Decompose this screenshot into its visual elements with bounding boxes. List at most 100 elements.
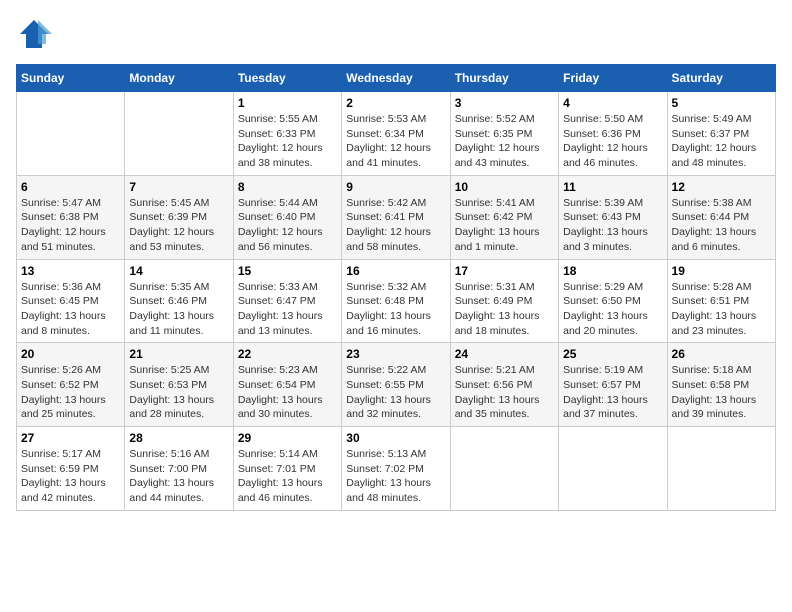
calendar-week-row: 1 Sunrise: 5:55 AM Sunset: 6:33 PM Daylig… bbox=[17, 92, 776, 176]
calendar-header-row: SundayMondayTuesdayWednesdayThursdayFrid… bbox=[17, 65, 776, 92]
day-info: Sunrise: 5:22 AM Sunset: 6:55 PM Dayligh… bbox=[346, 363, 445, 422]
day-info: Sunrise: 5:18 AM Sunset: 6:58 PM Dayligh… bbox=[672, 363, 771, 422]
day-info: Sunrise: 5:47 AM Sunset: 6:38 PM Dayligh… bbox=[21, 196, 120, 255]
calendar-cell: 8 Sunrise: 5:44 AM Sunset: 6:40 PM Daylig… bbox=[233, 175, 341, 259]
day-info: Sunrise: 5:23 AM Sunset: 6:54 PM Dayligh… bbox=[238, 363, 337, 422]
day-number: 4 bbox=[563, 96, 662, 110]
day-number: 19 bbox=[672, 264, 771, 278]
weekday-header: Tuesday bbox=[233, 65, 341, 92]
day-number: 23 bbox=[346, 347, 445, 361]
calendar-cell: 24 Sunrise: 5:21 AM Sunset: 6:56 PM Dayli… bbox=[450, 343, 558, 427]
day-number: 26 bbox=[672, 347, 771, 361]
day-number: 15 bbox=[238, 264, 337, 278]
calendar-cell: 23 Sunrise: 5:22 AM Sunset: 6:55 PM Dayli… bbox=[342, 343, 450, 427]
calendar-cell: 19 Sunrise: 5:28 AM Sunset: 6:51 PM Dayli… bbox=[667, 259, 775, 343]
calendar-week-row: 13 Sunrise: 5:36 AM Sunset: 6:45 PM Dayli… bbox=[17, 259, 776, 343]
calendar-cell: 7 Sunrise: 5:45 AM Sunset: 6:39 PM Daylig… bbox=[125, 175, 233, 259]
weekday-header: Monday bbox=[125, 65, 233, 92]
calendar-cell: 29 Sunrise: 5:14 AM Sunset: 7:01 PM Dayli… bbox=[233, 427, 341, 511]
day-info: Sunrise: 5:33 AM Sunset: 6:47 PM Dayligh… bbox=[238, 280, 337, 339]
day-number: 10 bbox=[455, 180, 554, 194]
day-number: 11 bbox=[563, 180, 662, 194]
day-number: 7 bbox=[129, 180, 228, 194]
calendar-cell: 6 Sunrise: 5:47 AM Sunset: 6:38 PM Daylig… bbox=[17, 175, 125, 259]
day-info: Sunrise: 5:16 AM Sunset: 7:00 PM Dayligh… bbox=[129, 447, 228, 506]
day-info: Sunrise: 5:28 AM Sunset: 6:51 PM Dayligh… bbox=[672, 280, 771, 339]
day-info: Sunrise: 5:50 AM Sunset: 6:36 PM Dayligh… bbox=[563, 112, 662, 171]
calendar-cell: 5 Sunrise: 5:49 AM Sunset: 6:37 PM Daylig… bbox=[667, 92, 775, 176]
logo bbox=[16, 16, 56, 52]
day-number: 18 bbox=[563, 264, 662, 278]
calendar-cell: 25 Sunrise: 5:19 AM Sunset: 6:57 PM Dayli… bbox=[559, 343, 667, 427]
day-number: 29 bbox=[238, 431, 337, 445]
calendar-cell: 14Sunrise: 5:35 AM Sunset: 6:46 PM Dayli… bbox=[125, 259, 233, 343]
calendar-cell: 15 Sunrise: 5:33 AM Sunset: 6:47 PM Dayli… bbox=[233, 259, 341, 343]
day-info: Sunrise: 5:45 AM Sunset: 6:39 PM Dayligh… bbox=[129, 196, 228, 255]
day-number: 3 bbox=[455, 96, 554, 110]
calendar-cell bbox=[125, 92, 233, 176]
day-number: 8 bbox=[238, 180, 337, 194]
day-info: Sunrise: 5:53 AM Sunset: 6:34 PM Dayligh… bbox=[346, 112, 445, 171]
day-info: Sunrise: 5:38 AM Sunset: 6:44 PM Dayligh… bbox=[672, 196, 771, 255]
calendar-cell: 1 Sunrise: 5:55 AM Sunset: 6:33 PM Daylig… bbox=[233, 92, 341, 176]
day-number: 1 bbox=[238, 96, 337, 110]
day-number: 12 bbox=[672, 180, 771, 194]
day-number: 5 bbox=[672, 96, 771, 110]
day-number: 14 bbox=[129, 264, 228, 278]
calendar-week-row: 6 Sunrise: 5:47 AM Sunset: 6:38 PM Daylig… bbox=[17, 175, 776, 259]
day-info: Sunrise: 5:17 AM Sunset: 6:59 PM Dayligh… bbox=[21, 447, 120, 506]
weekday-header: Saturday bbox=[667, 65, 775, 92]
day-info: Sunrise: 5:55 AM Sunset: 6:33 PM Dayligh… bbox=[238, 112, 337, 171]
calendar-cell: 17 Sunrise: 5:31 AM Sunset: 6:49 PM Dayli… bbox=[450, 259, 558, 343]
day-info: Sunrise: 5:21 AM Sunset: 6:56 PM Dayligh… bbox=[455, 363, 554, 422]
calendar-cell: 20Sunrise: 5:26 AM Sunset: 6:52 PM Dayli… bbox=[17, 343, 125, 427]
day-info: Sunrise: 5:29 AM Sunset: 6:50 PM Dayligh… bbox=[563, 280, 662, 339]
calendar-cell bbox=[559, 427, 667, 511]
calendar-cell: 2 Sunrise: 5:53 AM Sunset: 6:34 PM Daylig… bbox=[342, 92, 450, 176]
weekday-header: Thursday bbox=[450, 65, 558, 92]
day-info: Sunrise: 5:41 AM Sunset: 6:42 PM Dayligh… bbox=[455, 196, 554, 255]
calendar-cell: 16Sunrise: 5:32 AM Sunset: 6:48 PM Dayli… bbox=[342, 259, 450, 343]
day-info: Sunrise: 5:39 AM Sunset: 6:43 PM Dayligh… bbox=[563, 196, 662, 255]
day-info: Sunrise: 5:49 AM Sunset: 6:37 PM Dayligh… bbox=[672, 112, 771, 171]
day-number: 9 bbox=[346, 180, 445, 194]
calendar-cell bbox=[667, 427, 775, 511]
day-number: 28 bbox=[129, 431, 228, 445]
day-number: 16 bbox=[346, 264, 445, 278]
day-number: 25 bbox=[563, 347, 662, 361]
day-info: Sunrise: 5:19 AM Sunset: 6:57 PM Dayligh… bbox=[563, 363, 662, 422]
weekday-header: Sunday bbox=[17, 65, 125, 92]
calendar-cell: 9 Sunrise: 5:42 AM Sunset: 6:41 PM Daylig… bbox=[342, 175, 450, 259]
day-number: 30 bbox=[346, 431, 445, 445]
calendar-cell bbox=[17, 92, 125, 176]
day-number: 17 bbox=[455, 264, 554, 278]
calendar-cell: 18 Sunrise: 5:29 AM Sunset: 6:50 PM Dayli… bbox=[559, 259, 667, 343]
day-number: 22 bbox=[238, 347, 337, 361]
day-number: 6 bbox=[21, 180, 120, 194]
calendar-week-row: 27 Sunrise: 5:17 AM Sunset: 6:59 PM Dayli… bbox=[17, 427, 776, 511]
day-info: Sunrise: 5:42 AM Sunset: 6:41 PM Dayligh… bbox=[346, 196, 445, 255]
calendar-week-row: 20Sunrise: 5:26 AM Sunset: 6:52 PM Dayli… bbox=[17, 343, 776, 427]
calendar-cell: 4 Sunrise: 5:50 AM Sunset: 6:36 PM Daylig… bbox=[559, 92, 667, 176]
calendar-cell: 11 Sunrise: 5:39 AM Sunset: 6:43 PM Dayli… bbox=[559, 175, 667, 259]
calendar-cell: 28 Sunrise: 5:16 AM Sunset: 7:00 PM Dayli… bbox=[125, 427, 233, 511]
day-info: Sunrise: 5:36 AM Sunset: 6:45 PM Dayligh… bbox=[21, 280, 120, 339]
day-info: Sunrise: 5:14 AM Sunset: 7:01 PM Dayligh… bbox=[238, 447, 337, 506]
calendar-cell: 27 Sunrise: 5:17 AM Sunset: 6:59 PM Dayli… bbox=[17, 427, 125, 511]
calendar-table: SundayMondayTuesdayWednesdayThursdayFrid… bbox=[16, 64, 776, 511]
day-info: Sunrise: 5:44 AM Sunset: 6:40 PM Dayligh… bbox=[238, 196, 337, 255]
day-number: 24 bbox=[455, 347, 554, 361]
day-number: 2 bbox=[346, 96, 445, 110]
weekday-header: Friday bbox=[559, 65, 667, 92]
day-number: 13 bbox=[21, 264, 120, 278]
day-number: 27 bbox=[21, 431, 120, 445]
weekday-header: Wednesday bbox=[342, 65, 450, 92]
calendar-cell: 30Sunrise: 5:13 AM Sunset: 7:02 PM Dayli… bbox=[342, 427, 450, 511]
day-number: 21 bbox=[129, 347, 228, 361]
logo-icon bbox=[16, 16, 52, 52]
calendar-cell: 21Sunrise: 5:25 AM Sunset: 6:53 PM Dayli… bbox=[125, 343, 233, 427]
day-info: Sunrise: 5:31 AM Sunset: 6:49 PM Dayligh… bbox=[455, 280, 554, 339]
page-header bbox=[16, 16, 776, 52]
day-info: Sunrise: 5:52 AM Sunset: 6:35 PM Dayligh… bbox=[455, 112, 554, 171]
calendar-cell: 13 Sunrise: 5:36 AM Sunset: 6:45 PM Dayli… bbox=[17, 259, 125, 343]
